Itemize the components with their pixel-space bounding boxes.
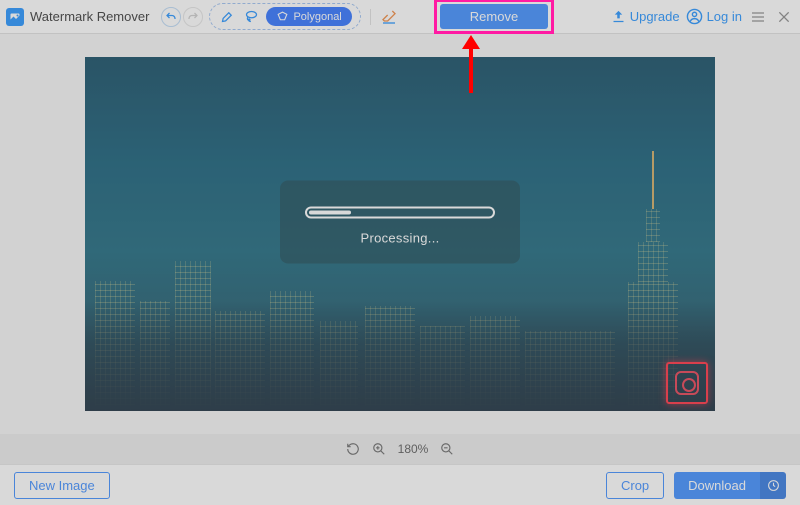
selection-tools-group: Polygonal: [209, 3, 360, 30]
app-title: Watermark Remover: [30, 9, 149, 24]
upgrade-link[interactable]: Upgrade: [611, 9, 680, 24]
watermark-instagram-icon: [666, 362, 708, 404]
toolbar-divider: [370, 9, 371, 25]
app-logo-icon: [6, 8, 24, 26]
remove-button[interactable]: Remove: [440, 4, 548, 29]
brush-tool-icon[interactable]: [218, 8, 236, 26]
top-toolbar: Watermark Remover Polygonal Remove Upgra…: [0, 0, 800, 34]
zoom-bar: 180%: [0, 434, 800, 464]
crop-button[interactable]: Crop: [606, 472, 664, 499]
menu-icon[interactable]: [748, 7, 768, 27]
upgrade-label: Upgrade: [630, 9, 680, 24]
polygonal-label: Polygonal: [293, 11, 341, 23]
processing-label: Processing...: [302, 231, 498, 246]
undo-redo-group: [161, 7, 203, 27]
download-group: Download: [674, 472, 786, 499]
undo-button[interactable]: [161, 7, 181, 27]
progress-bar: [305, 207, 495, 219]
bottom-bar: New Image Crop Download: [0, 464, 800, 505]
user-icon: [686, 8, 703, 25]
login-link[interactable]: Log in: [686, 8, 742, 25]
redo-button[interactable]: [183, 7, 203, 27]
polygonal-tool-button[interactable]: Polygonal: [266, 7, 351, 26]
zoom-out-icon[interactable]: [440, 442, 454, 456]
lasso-tool-icon[interactable]: [242, 8, 260, 26]
close-icon[interactable]: [774, 7, 794, 27]
rotate-icon[interactable]: [346, 442, 360, 456]
work-area: Processing...: [0, 34, 800, 434]
zoom-in-icon[interactable]: [372, 442, 386, 456]
download-options-icon[interactable]: [760, 472, 786, 499]
processing-overlay: Processing...: [280, 181, 520, 264]
zoom-value: 180%: [398, 442, 429, 456]
new-image-button[interactable]: New Image: [14, 472, 110, 499]
eraser-tool-icon[interactable]: [380, 8, 398, 26]
upload-icon: [611, 9, 626, 24]
login-label: Log in: [707, 9, 742, 24]
download-button[interactable]: Download: [674, 472, 760, 499]
